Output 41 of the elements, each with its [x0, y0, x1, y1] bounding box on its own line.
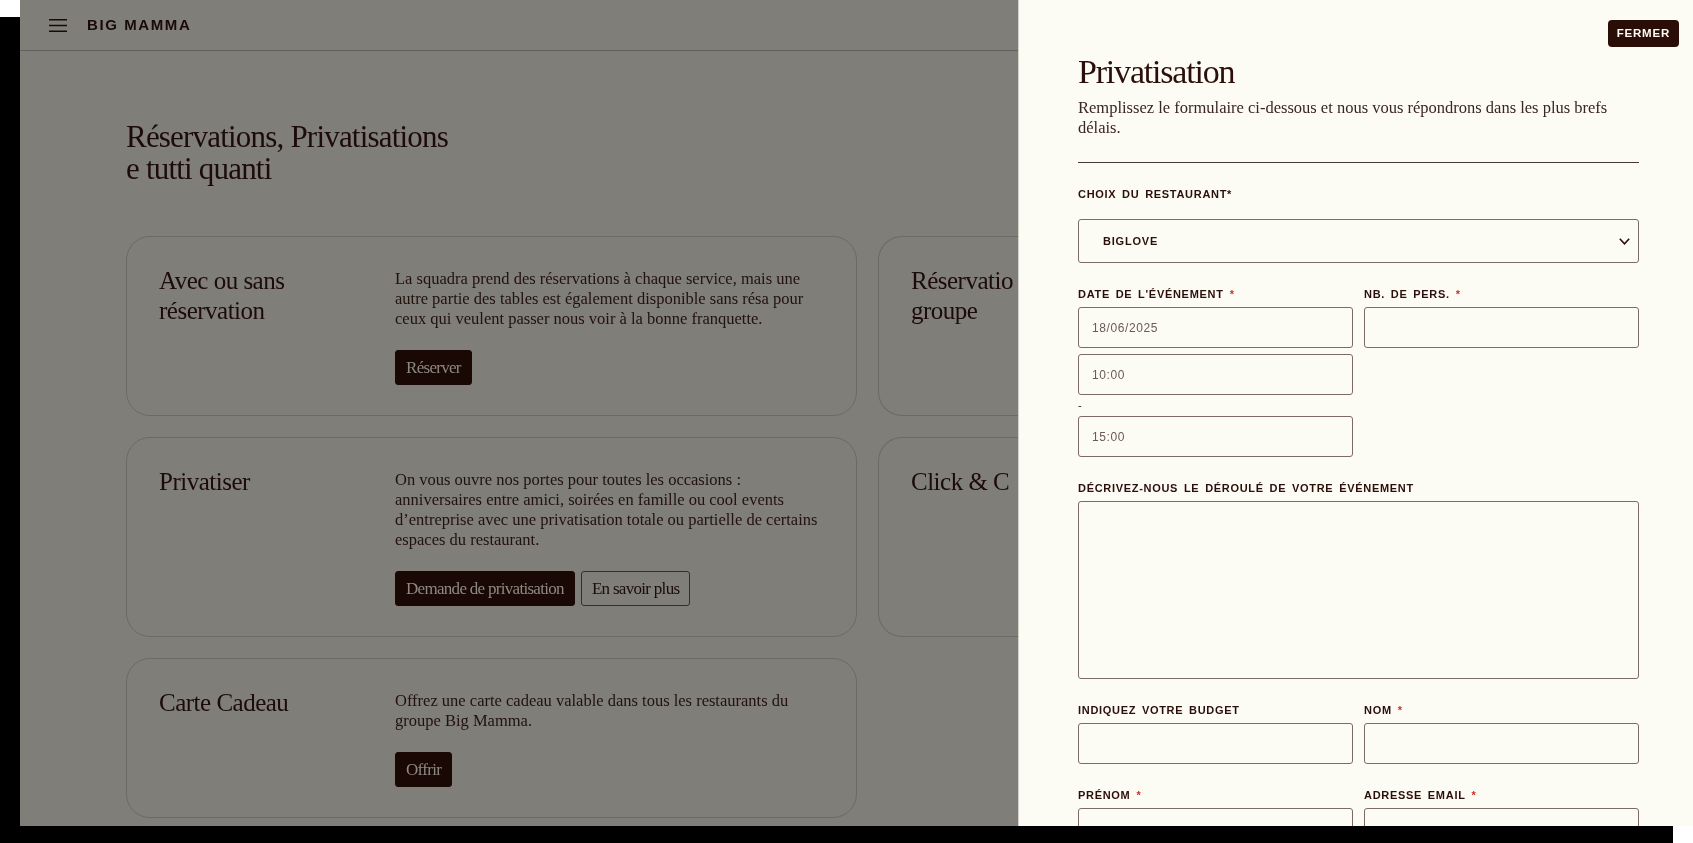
panel-subtitle: Remplissez le formulaire ci-dessous et nous vous répondrons dans les plus brefs délais.	[1078, 98, 1609, 138]
menu-icon[interactable]	[49, 18, 67, 32]
primary-button[interactable]: Réserver	[395, 350, 472, 385]
card-title: Carte Cadeau	[159, 688, 290, 718]
time-field[interactable]: 15:00	[1078, 416, 1353, 457]
card-title: Avec ou sans réservation	[159, 266, 286, 326]
field-label: DATE DE L'ÉVÉNEMENT	[1078, 287, 1224, 301]
text-field[interactable]	[1078, 723, 1353, 764]
outline-button[interactable]: En savoir plus	[580, 571, 691, 606]
select-field[interactable]: BIGLOVE	[1078, 219, 1639, 263]
range-separator: -	[1078, 401, 1082, 410]
required-asterisk: *	[1471, 788, 1476, 802]
field-label: PRÉNOM	[1078, 788, 1131, 802]
required-asterisk: *	[1455, 287, 1461, 301]
date-field[interactable]: 18/06/2025	[1078, 307, 1353, 348]
field-label: INDIQUEZ VOTRE BUDGET	[1078, 703, 1240, 717]
page-title: Réservations, Privatisations e tutti quanti	[126, 121, 448, 185]
text-field[interactable]	[1364, 723, 1639, 764]
card-title: Privatiser	[159, 467, 251, 497]
card-description: On vous ouvre nos portes pour toutes les occasions : anniversaires entre amici, soirées en famille ou cool events d’entreprise avec une privatisation totale ou partielle de certains espaces du restaurant.	[395, 470, 819, 550]
panel-title: Privatisation	[1078, 53, 1236, 91]
primary-button[interactable]: Demande de privatisation	[395, 571, 575, 606]
field-label: NOM	[1364, 703, 1392, 717]
required-asterisk: *	[1397, 703, 1403, 717]
required-asterisk: *	[1229, 287, 1234, 301]
card-title: Click & C	[911, 467, 1010, 497]
card-description: La squadra prend des réservations à chaque service, mais une autre partie des tables est également disponible sans résa pour ceux qui veulent passer nous voir à la bonne franquette.	[395, 269, 805, 329]
text-field[interactable]	[1364, 307, 1639, 348]
chevron-down-icon	[1619, 237, 1630, 245]
close-button[interactable]: FERMER	[1607, 20, 1679, 47]
field-label: ADRESSE EMAIL	[1364, 788, 1466, 802]
primary-button[interactable]: Offrir	[395, 752, 453, 787]
brand-logo[interactable]: BIG MAMMA	[87, 16, 192, 34]
required-asterisk: *	[1136, 788, 1141, 802]
field-label: CHOIX DU RESTAURANT*	[1078, 187, 1233, 201]
field-label: DÉCRIVEZ-NOUS LE DÉROULÉ DE VOTRE ÉVÉNEMENT	[1078, 481, 1414, 495]
text-area-field[interactable]	[1078, 501, 1639, 679]
card-title: Réservatio groupe	[911, 266, 1013, 326]
card-description: Offrez une carte cadeau valable dans tous les restaurants du groupe Big Mamma.	[395, 691, 790, 731]
field-label: NB. DE PERS.	[1364, 287, 1450, 301]
time-field[interactable]: 10:00	[1078, 354, 1353, 395]
